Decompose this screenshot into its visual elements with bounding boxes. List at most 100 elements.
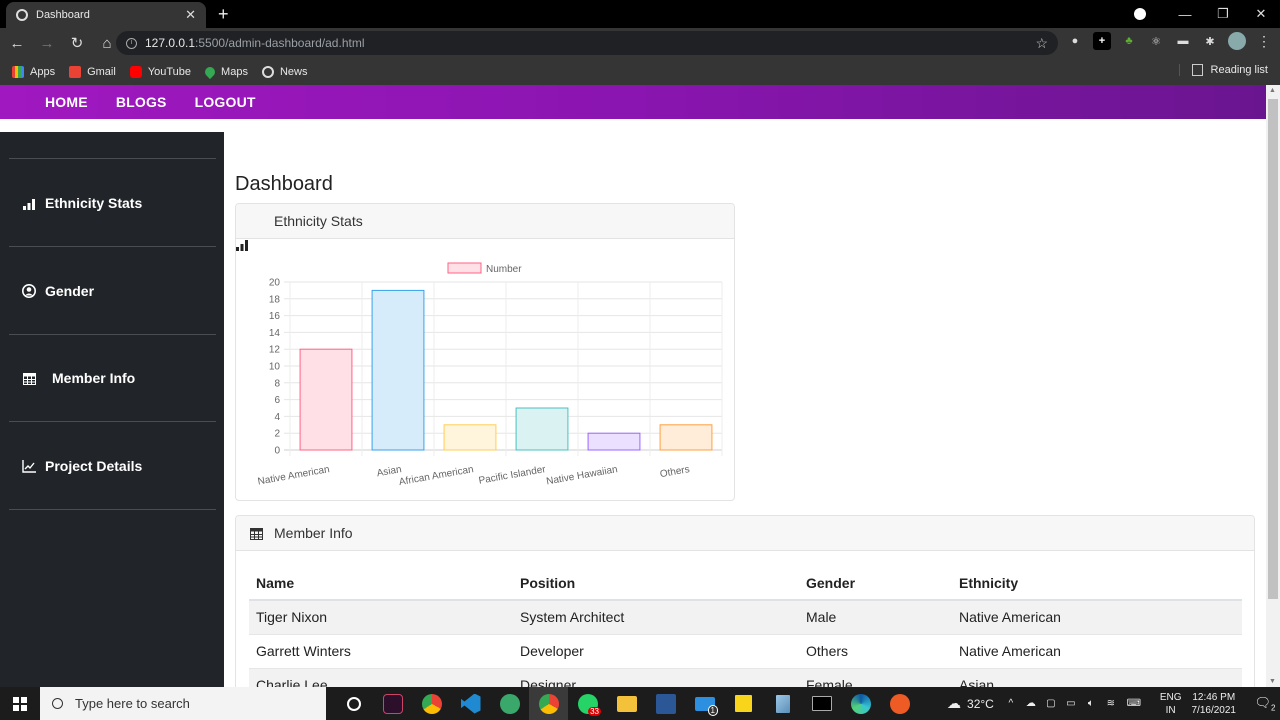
sticky-notes-app[interactable] — [724, 687, 763, 720]
media-control-icon[interactable] — [1134, 8, 1146, 20]
sidebar-item-ethnicity-stats[interactable]: Ethnicity Stats — [22, 195, 142, 211]
bookmark-maps[interactable]: Maps — [202, 64, 248, 79]
bookmark-apps[interactable]: Apps — [12, 65, 55, 78]
taskbar-search[interactable]: Type here to search — [40, 687, 326, 720]
scroll-up-arrow[interactable]: ▲ — [1269, 87, 1276, 94]
globe-icon — [16, 9, 28, 21]
url-host: 127.0.0.1 — [145, 36, 196, 50]
scrollbar-thumb[interactable] — [1268, 99, 1278, 599]
browser-tab[interactable]: Dashboard ✕ — [6, 2, 206, 28]
bookmark-gmail[interactable]: Gmail — [69, 65, 116, 78]
nav-home[interactable]: HOME — [45, 94, 88, 110]
extensions-puzzle-icon[interactable]: ✱ — [1201, 32, 1219, 50]
windows-logo-icon — [13, 696, 27, 711]
clock[interactable]: 12:46 PM 7/16/2021 — [1192, 691, 1237, 717]
column-header-position[interactable]: Position — [513, 566, 799, 601]
x-tick-label: Native Hawaiian — [545, 464, 618, 487]
cell-name: Garrett Winters — [249, 634, 513, 669]
line-chart-icon — [22, 459, 36, 473]
edge-app[interactable] — [841, 687, 880, 720]
meet-now-icon[interactable]: ▢ — [1044, 698, 1058, 709]
close-tab-icon[interactable]: ✕ — [185, 7, 196, 23]
search-placeholder: Type here to search — [75, 696, 190, 711]
cast-icon[interactable]: ▬ — [1174, 32, 1192, 50]
bookmark-youtube[interactable]: YouTube — [129, 65, 191, 78]
close-window-button[interactable]: ✕ — [1242, 6, 1280, 22]
clock-date: 7/16/2021 — [1191, 704, 1237, 716]
keyboard-icon[interactable]: ⌨ — [1124, 698, 1144, 709]
minimize-button[interactable]: — — [1166, 7, 1204, 22]
bookmark-star-icon[interactable]: ☆ — [1035, 35, 1048, 52]
sidebar-item-label: Member Info — [52, 370, 136, 386]
bar-asian — [371, 289, 425, 451]
react-devtools-icon[interactable]: ⚛ — [1147, 32, 1165, 50]
sidebar-divider — [9, 158, 216, 159]
sidebar-item-member-info[interactable]: Member Info — [22, 370, 135, 386]
notepad-app[interactable] — [763, 687, 802, 720]
chrome-icon — [421, 693, 442, 714]
card-title: Member Info — [274, 525, 353, 541]
back-button[interactable]: ← — [4, 35, 30, 52]
y-tick-label: 0 — [274, 446, 280, 457]
language-indicator[interactable]: ENG IN — [1160, 691, 1182, 717]
x-tick-label: Pacific Islander — [478, 464, 547, 487]
file-explorer-app[interactable] — [607, 687, 646, 720]
chrome-app[interactable] — [529, 687, 568, 720]
system-tray: ☁ 32°C ^ ☁ ▢ ▭ 🔈︎ ≋ ⌨ ENG IN 12:46 PM 7/16… — [947, 687, 1280, 720]
cell-gender: Others — [799, 634, 952, 669]
card-title: Ethnicity Stats — [274, 213, 363, 229]
scroll-down-arrow[interactable]: ▼ — [1269, 678, 1276, 685]
cortana-button[interactable] — [334, 687, 373, 720]
site-info-icon[interactable]: i — [126, 37, 137, 49]
y-tick-label: 18 — [269, 294, 281, 305]
cell-name: Charlie Lee — [249, 668, 513, 687]
terminal-app[interactable] — [373, 687, 412, 720]
card-header: Member Info — [236, 516, 1254, 551]
column-header-gender[interactable]: Gender — [799, 566, 952, 601]
word-app[interactable] — [646, 687, 685, 720]
start-button[interactable] — [0, 696, 40, 711]
reading-list-button[interactable]: Reading list — [1178, 64, 1268, 76]
extension-plus-icon[interactable]: + — [1093, 32, 1111, 50]
member-table: Name Position Gender Ethnicity Tiger Nix… — [249, 566, 1242, 687]
onedrive-icon[interactable]: ☁ — [1024, 698, 1038, 709]
column-header-ethnicity[interactable]: Ethnicity — [952, 566, 1242, 601]
column-header-name[interactable]: Name — [249, 566, 513, 601]
show-hidden-icons[interactable]: ^ — [1004, 698, 1018, 709]
chrome-profile-app[interactable] — [412, 687, 451, 720]
volume-icon[interactable]: 🔈︎ — [1084, 698, 1098, 709]
wifi-icon[interactable]: ≋ — [1104, 698, 1118, 709]
ethnicity-stats-card: Ethnicity Stats 0 2 4 6 8 10 12 14 16 18 20 Native… — [235, 203, 735, 501]
maximize-button[interactable]: ❐ — [1204, 6, 1242, 22]
notepad-icon — [775, 694, 790, 713]
mail-app[interactable]: 1 — [685, 687, 724, 720]
y-tick-label: 10 — [269, 362, 281, 373]
sidebar-item-gender[interactable]: Gender — [22, 283, 94, 299]
extension-tree-icon[interactable]: ♣ — [1120, 32, 1138, 50]
bookmark-news[interactable]: News — [261, 65, 307, 78]
atom-app[interactable] — [490, 687, 529, 720]
weather-temp[interactable]: 32°C — [967, 697, 994, 711]
whatsapp-app[interactable]: 33 — [568, 687, 607, 720]
address-bar[interactable]: i 127.0.0.1:5500/admin-dashboard/ad.html… — [116, 31, 1058, 55]
profile-avatar[interactable] — [1228, 32, 1246, 50]
postman-icon — [889, 693, 910, 714]
nav-logout[interactable]: LOGOUT — [195, 94, 256, 110]
postman-app[interactable] — [880, 687, 919, 720]
reload-button[interactable]: ↻ — [64, 34, 90, 52]
cell-gender: Male — [799, 600, 952, 635]
sidebar-item-project-details[interactable]: Project Details — [22, 458, 142, 474]
y-tick-label: 8 — [274, 378, 280, 389]
nav-blogs[interactable]: BLOGS — [116, 94, 167, 110]
extension-icon[interactable]: ● — [1066, 32, 1084, 50]
page-title: Dashboard — [235, 173, 333, 195]
vscode-app[interactable] — [451, 687, 490, 720]
page-scrollbar[interactable]: ▲ ▼ — [1266, 85, 1280, 687]
battery-icon[interactable]: ▭ — [1064, 698, 1078, 709]
cmd-app[interactable] — [802, 687, 841, 720]
youtube-icon — [129, 65, 142, 78]
forward-button[interactable]: → — [34, 35, 60, 52]
new-tab-button[interactable]: + — [218, 4, 229, 25]
browser-menu-icon[interactable]: ⋮ — [1255, 32, 1273, 50]
notification-center[interactable]: 🗨︎2 — [1250, 695, 1280, 713]
